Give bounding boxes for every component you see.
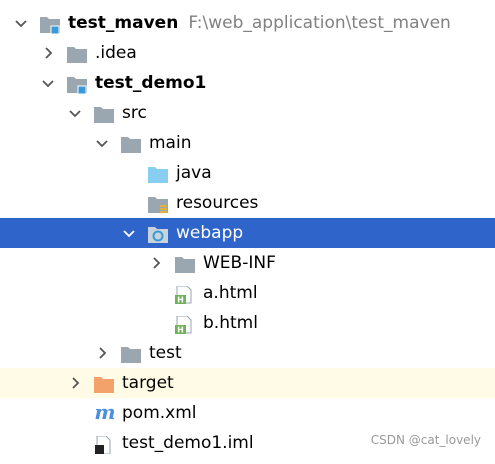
tree-node-label: webapp <box>176 223 244 243</box>
tree-node-idea[interactable]: .idea <box>0 38 495 68</box>
tree-node-label: src <box>122 103 147 123</box>
folder-icon <box>67 44 87 63</box>
tree-node-test-demo1[interactable]: test_demo1 <box>0 68 495 98</box>
project-tree: test_maven F:\web_application\test_maven … <box>0 8 495 458</box>
tree-node-label: main <box>149 133 192 153</box>
tree-node-label: target <box>122 373 174 393</box>
tree-node-test-maven[interactable]: test_maven F:\web_application\test_maven <box>0 8 495 38</box>
project-path: F:\web_application\test_maven <box>188 13 451 33</box>
tree-node-target[interactable]: target <box>0 368 495 398</box>
tree-node-label: test_maven <box>68 13 179 33</box>
maven-icon: m <box>94 400 115 424</box>
excluded-folder-icon <box>94 374 114 393</box>
chevron-right-icon[interactable] <box>38 38 58 68</box>
folder-icon <box>94 104 114 123</box>
folder-icon <box>175 254 195 273</box>
tree-node-a-html[interactable]: H a.html <box>0 278 495 308</box>
tree-node-resources[interactable]: resources <box>0 188 495 218</box>
tree-node-label: .idea <box>95 43 137 63</box>
tree-node-b-html[interactable]: H b.html <box>0 308 495 338</box>
source-folder-icon <box>148 164 168 183</box>
tree-node-label: resources <box>176 193 259 213</box>
tree-node-main[interactable]: main <box>0 128 495 158</box>
module-folder-icon <box>40 14 60 35</box>
tree-node-label: test_demo1.iml <box>122 433 254 453</box>
svg-text:m: m <box>94 401 115 423</box>
tree-node-java[interactable]: java <box>0 158 495 188</box>
web-folder-icon <box>148 224 168 243</box>
svg-text:H: H <box>177 296 184 305</box>
tree-node-label: b.html <box>203 313 258 333</box>
chevron-down-icon[interactable] <box>92 128 112 158</box>
tree-node-label: test <box>149 343 182 363</box>
tree-node-src[interactable]: src <box>0 98 495 128</box>
chevron-down-icon[interactable] <box>119 218 139 248</box>
tree-node-web-inf[interactable]: WEB-INF <box>0 248 495 278</box>
tree-node-label: test_demo1 <box>95 73 207 93</box>
chevron-right-icon[interactable] <box>92 338 112 368</box>
chevron-down-icon[interactable] <box>65 98 85 128</box>
svg-text:H: H <box>177 326 184 335</box>
chevron-right-icon[interactable] <box>146 248 166 278</box>
resources-folder-icon <box>148 194 168 213</box>
tree-node-label: WEB-INF <box>203 253 276 273</box>
html-file-icon: H <box>175 284 195 305</box>
folder-icon <box>121 134 141 153</box>
tree-node-label: java <box>176 163 212 183</box>
module-folder-icon <box>67 74 87 95</box>
tree-node-webapp[interactable]: webapp <box>0 218 495 248</box>
folder-icon <box>121 344 141 363</box>
tree-node-pom-xml[interactable]: m pom.xml <box>0 398 495 428</box>
html-file-icon: H <box>175 314 195 335</box>
chevron-down-icon[interactable] <box>38 68 58 98</box>
tree-node-test[interactable]: test <box>0 338 495 368</box>
watermark: CSDN @cat_lovely <box>370 433 481 447</box>
chevron-down-icon[interactable] <box>11 8 31 38</box>
tree-node-label: pom.xml <box>122 403 197 423</box>
tree-node-label: a.html <box>203 283 258 303</box>
chevron-right-icon[interactable] <box>65 368 85 398</box>
iml-file-icon <box>94 434 114 455</box>
